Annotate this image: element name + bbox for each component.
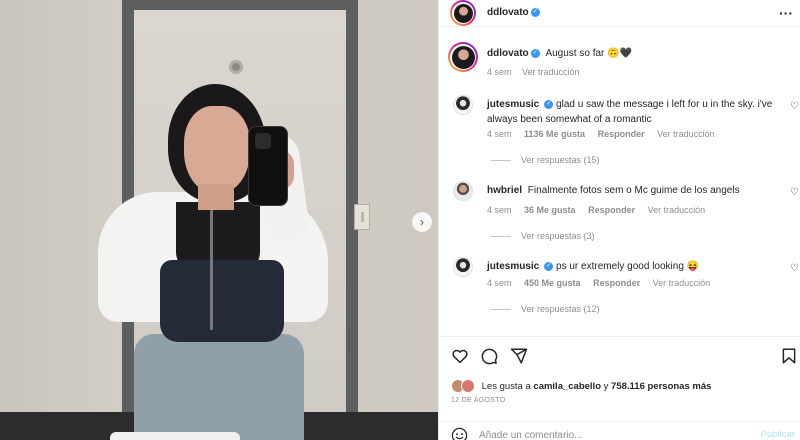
save-bookmark-icon[interactable]	[780, 347, 798, 365]
replies-divider	[491, 236, 511, 238]
verified-icon: ✓	[544, 99, 554, 109]
caption-avatar[interactable]	[448, 42, 478, 72]
view-replies-label: Ver respuestas (12)	[521, 304, 600, 314]
view-replies-link[interactable]: Ver respuestas (15)	[491, 155, 600, 165]
comment-input[interactable]	[479, 427, 749, 440]
photo-person	[90, 84, 340, 440]
likes-summary[interactable]: Les gusta a camila_cabello y 758.116 per…	[451, 379, 711, 393]
caption-meta: 4 sem Ver traducción	[487, 67, 588, 77]
caption-line: ddlovato ✓ August so far 🙃🖤	[487, 48, 632, 59]
photo-zipper	[210, 210, 213, 330]
caption-username[interactable]: ddlovato	[487, 48, 529, 59]
post-photo[interactable]: ›	[0, 0, 438, 440]
header-username[interactable]: ddlovato	[487, 7, 529, 18]
comments-list[interactable]: ddlovato ✓ August so far 🙃🖤 4 sem Ver tra…	[439, 37, 800, 333]
comment-item: jutesmusic ✓ glad u saw the message i lef…	[439, 95, 800, 169]
comment-avatar[interactable]	[453, 95, 473, 115]
comment-translate-link[interactable]: Ver traducción	[657, 129, 715, 139]
add-comment-bar: Publicar	[439, 421, 800, 440]
likes-text: Les gusta a camila_cabello y 758.116 per…	[482, 381, 712, 392]
comment-time: 4 sem	[487, 129, 512, 139]
heart-icon[interactable]	[451, 347, 469, 365]
likes-joiner: y	[603, 380, 609, 392]
caption-text: August so far 🙃🖤	[545, 48, 633, 59]
view-replies-label: Ver respuestas (3)	[521, 231, 595, 241]
comment-meta: 4 sem 36 Me gusta Responder Ver traducci…	[487, 205, 715, 215]
comment-reply-link[interactable]: Responder	[598, 129, 645, 139]
likes-prefix: Les gusta a	[481, 380, 531, 392]
comment-text-block: jutesmusic ✓ ps ur extremely good looking…	[487, 259, 779, 274]
comment-username[interactable]: jutesmusic	[487, 99, 539, 110]
comment-meta: 4 sem 1136 Me gusta Responder Ver traduc…	[487, 129, 725, 139]
photo-light-switch	[354, 204, 370, 230]
post-actions: Les gusta a camila_cabello y 758.116 per…	[439, 336, 800, 440]
view-replies-label: Ver respuestas (15)	[521, 155, 600, 165]
comment-reply-link[interactable]: Responder	[593, 278, 640, 288]
comment-text-block: jutesmusic ✓ glad u saw the message i lef…	[487, 97, 779, 127]
comment-like-heart-icon[interactable]: ♡	[790, 263, 799, 274]
photo-face	[184, 106, 250, 194]
photo-sink	[110, 432, 240, 440]
view-replies-link[interactable]: Ver respuestas (3)	[491, 231, 595, 241]
post-header: ddlovato ✓ ···	[439, 0, 800, 27]
photo-jeans	[134, 334, 304, 440]
header-avatar[interactable]	[450, 0, 476, 26]
comment-time: 4 sem	[487, 278, 512, 288]
next-photo-button[interactable]: ›	[412, 212, 432, 232]
emoji-icon[interactable]	[451, 427, 468, 440]
photo-neck	[198, 184, 234, 210]
verified-icon: ✓	[530, 7, 540, 17]
verified-icon: ✓	[544, 261, 554, 271]
comment-item: jutesmusic ✓ ps ur extremely good looking…	[439, 257, 800, 321]
comment-item: hwbriel Finalmente fotos sem o Mc guime …	[439, 181, 800, 245]
comment-text: Finalmente fotos sem o Mc guime de los a…	[527, 185, 740, 196]
comment-likes[interactable]: 36 Me gusta	[524, 205, 576, 215]
caption-translate-link[interactable]: Ver traducción	[522, 67, 580, 77]
comment-text-block: hwbriel Finalmente fotos sem o Mc guime …	[487, 183, 779, 198]
comment-meta: 4 sem 450 Me gusta Responder Ver traducc…	[487, 278, 720, 288]
comment-like-heart-icon[interactable]: ♡	[790, 101, 799, 112]
post-caption: ddlovato ✓ August so far 🙃🖤 4 sem Ver tra…	[439, 37, 800, 83]
comment-likes[interactable]: 450 Me gusta	[524, 278, 581, 288]
more-horizontal-icon[interactable]: ···	[779, 5, 793, 21]
liker-avatars	[451, 379, 477, 393]
likes-user[interactable]: camila_cabello	[533, 381, 601, 392]
comment-username[interactable]: hwbriel	[487, 185, 522, 196]
comment-reply-link[interactable]: Responder	[588, 205, 635, 215]
post-details-pane: ddlovato ✓ ··· ddlovato ✓ August so far 🙃🖤…	[438, 0, 800, 440]
comment-likes[interactable]: 1136 Me gusta	[524, 129, 585, 139]
comment-avatar[interactable]	[453, 181, 473, 201]
replies-divider	[491, 160, 511, 162]
photo-phone	[248, 126, 288, 206]
comment-username[interactable]: jutesmusic	[487, 261, 539, 272]
likes-count[interactable]: 758.116 personas más	[611, 381, 711, 392]
verified-icon: ✓	[530, 48, 540, 58]
header-user: ddlovato ✓	[487, 7, 540, 18]
comment-time: 4 sem	[487, 205, 512, 215]
photo-corset	[160, 260, 284, 342]
comment-text: ps ur extremely good looking 😝	[556, 261, 700, 272]
photo-door-knob	[229, 60, 243, 74]
view-replies-link[interactable]: Ver respuestas (12)	[491, 304, 600, 314]
share-icon[interactable]	[510, 347, 528, 365]
comment-like-heart-icon[interactable]: ♡	[790, 187, 799, 198]
replies-divider	[491, 309, 511, 311]
post-comment-button[interactable]: Publicar	[761, 429, 795, 440]
chevron-right-icon: ›	[420, 215, 424, 229]
post-date: 12 DE AGOSTO	[451, 397, 506, 404]
comment-translate-link[interactable]: Ver traducción	[648, 205, 706, 215]
caption-time: 4 sem	[487, 67, 512, 77]
comment-avatar[interactable]	[453, 257, 473, 277]
comment-translate-link[interactable]: Ver traducción	[653, 278, 711, 288]
comment-icon[interactable]	[480, 347, 498, 365]
